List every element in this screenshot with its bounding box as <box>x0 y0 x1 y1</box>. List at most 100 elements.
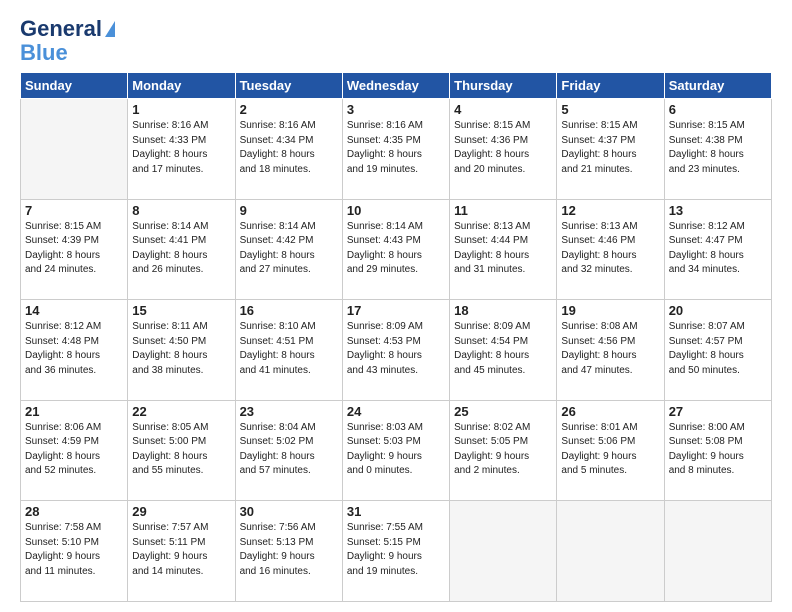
day-cell <box>664 501 771 602</box>
week-row-3: 14Sunrise: 8:12 AM Sunset: 4:48 PM Dayli… <box>21 300 772 401</box>
calendar-table: SundayMondayTuesdayWednesdayThursdayFrid… <box>20 72 772 602</box>
day-info: Sunrise: 8:08 AM Sunset: 4:56 PM Dayligh… <box>561 320 659 378</box>
day-cell: 27 Sunrise: 8:00 AM Sunset: 5:08 PM Dayli… <box>664 400 771 501</box>
day-info: Sunrise: 8:05 AM Sunset: 5:00 PM Dayligh… <box>132 421 230 479</box>
weekday-saturday: Saturday <box>664 73 771 99</box>
day-number: 11 <box>454 203 552 218</box>
day-info: Sunrise: 8:16 AM Sunset: 4:35 PM Dayligh… <box>347 119 445 177</box>
day-info: Sunrise: 7:58 AM Sunset: 5:10 PM Dayligh… <box>25 521 123 579</box>
day-info: Sunrise: 8:06 AM Sunset: 4:59 PM Dayligh… <box>25 421 123 479</box>
day-number: 2 <box>240 102 338 117</box>
day-number: 5 <box>561 102 659 117</box>
day-info: Sunrise: 8:01 AM Sunset: 5:06 PM Dayligh… <box>561 421 659 479</box>
day-number: 13 <box>669 203 767 218</box>
day-cell: 16 Sunrise: 8:10 AM Sunset: 4:51 PM Dayli… <box>235 300 342 401</box>
logo-icon <box>105 21 115 37</box>
day-number: 9 <box>240 203 338 218</box>
weekday-thursday: Thursday <box>450 73 557 99</box>
day-cell: 28Sunrise: 7:58 AM Sunset: 5:10 PM Dayli… <box>21 501 128 602</box>
day-info: Sunrise: 8:09 AM Sunset: 4:53 PM Dayligh… <box>347 320 445 378</box>
day-info: Sunrise: 8:04 AM Sunset: 5:02 PM Dayligh… <box>240 421 338 479</box>
logo-blue: Blue <box>20 42 68 64</box>
day-cell <box>450 501 557 602</box>
day-cell: 19 Sunrise: 8:08 AM Sunset: 4:56 PM Dayli… <box>557 300 664 401</box>
week-row-5: 28Sunrise: 7:58 AM Sunset: 5:10 PM Dayli… <box>21 501 772 602</box>
weekday-sunday: Sunday <box>21 73 128 99</box>
day-number: 23 <box>240 404 338 419</box>
day-info: Sunrise: 8:10 AM Sunset: 4:51 PM Dayligh… <box>240 320 338 378</box>
day-number: 19 <box>561 303 659 318</box>
logo: General Blue <box>20 16 115 64</box>
header: General Blue <box>20 16 772 64</box>
day-cell: 7 Sunrise: 8:15 AM Sunset: 4:39 PM Daylig… <box>21 199 128 300</box>
day-cell: 3 Sunrise: 8:16 AM Sunset: 4:35 PM Daylig… <box>342 99 449 200</box>
day-cell: 6 Sunrise: 8:15 AM Sunset: 4:38 PM Daylig… <box>664 99 771 200</box>
day-number: 17 <box>347 303 445 318</box>
day-number: 10 <box>347 203 445 218</box>
day-number: 20 <box>669 303 767 318</box>
day-number: 14 <box>25 303 123 318</box>
day-number: 21 <box>25 404 123 419</box>
weekday-tuesday: Tuesday <box>235 73 342 99</box>
day-info: Sunrise: 8:16 AM Sunset: 4:33 PM Dayligh… <box>132 119 230 177</box>
day-info: Sunrise: 8:14 AM Sunset: 4:43 PM Dayligh… <box>347 220 445 278</box>
day-number: 25 <box>454 404 552 419</box>
day-cell: 24 Sunrise: 8:03 AM Sunset: 5:03 PM Dayli… <box>342 400 449 501</box>
day-number: 4 <box>454 102 552 117</box>
day-cell: 26Sunrise: 8:01 AM Sunset: 5:06 PM Dayli… <box>557 400 664 501</box>
logo-general: General <box>20 16 102 42</box>
day-cell: 18Sunrise: 8:09 AM Sunset: 4:54 PM Dayli… <box>450 300 557 401</box>
day-number: 1 <box>132 102 230 117</box>
day-cell <box>21 99 128 200</box>
day-info: Sunrise: 7:57 AM Sunset: 5:11 PM Dayligh… <box>132 521 230 579</box>
day-cell: 30Sunrise: 7:56 AM Sunset: 5:13 PM Dayli… <box>235 501 342 602</box>
day-info: Sunrise: 8:15 AM Sunset: 4:39 PM Dayligh… <box>25 220 123 278</box>
day-cell: 21 Sunrise: 8:06 AM Sunset: 4:59 PM Dayli… <box>21 400 128 501</box>
weekday-header-row: SundayMondayTuesdayWednesdayThursdayFrid… <box>21 73 772 99</box>
day-number: 16 <box>240 303 338 318</box>
day-cell: 9 Sunrise: 8:14 AM Sunset: 4:42 PM Daylig… <box>235 199 342 300</box>
day-info: Sunrise: 8:00 AM Sunset: 5:08 PM Dayligh… <box>669 421 767 479</box>
day-info: Sunrise: 8:15 AM Sunset: 4:38 PM Dayligh… <box>669 119 767 177</box>
day-cell: 12 Sunrise: 8:13 AM Sunset: 4:46 PM Dayli… <box>557 199 664 300</box>
day-cell: 15 Sunrise: 8:11 AM Sunset: 4:50 PM Dayli… <box>128 300 235 401</box>
weekday-monday: Monday <box>128 73 235 99</box>
day-number: 22 <box>132 404 230 419</box>
week-row-4: 21 Sunrise: 8:06 AM Sunset: 4:59 PM Dayli… <box>21 400 772 501</box>
day-number: 15 <box>132 303 230 318</box>
day-number: 12 <box>561 203 659 218</box>
day-info: Sunrise: 7:55 AM Sunset: 5:15 PM Dayligh… <box>347 521 445 579</box>
day-number: 3 <box>347 102 445 117</box>
day-info: Sunrise: 8:14 AM Sunset: 4:42 PM Dayligh… <box>240 220 338 278</box>
day-cell: 8Sunrise: 8:14 AM Sunset: 4:41 PM Daylig… <box>128 199 235 300</box>
day-number: 7 <box>25 203 123 218</box>
calendar-page: General Blue SundayMondayTuesdayWednesda… <box>0 0 792 612</box>
day-info: Sunrise: 8:07 AM Sunset: 4:57 PM Dayligh… <box>669 320 767 378</box>
day-cell: 2 Sunrise: 8:16 AM Sunset: 4:34 PM Daylig… <box>235 99 342 200</box>
day-cell: 17 Sunrise: 8:09 AM Sunset: 4:53 PM Dayli… <box>342 300 449 401</box>
day-number: 27 <box>669 404 767 419</box>
day-info: Sunrise: 8:13 AM Sunset: 4:46 PM Dayligh… <box>561 220 659 278</box>
day-cell: 29Sunrise: 7:57 AM Sunset: 5:11 PM Dayli… <box>128 501 235 602</box>
day-info: Sunrise: 8:15 AM Sunset: 4:36 PM Dayligh… <box>454 119 552 177</box>
day-cell: 14Sunrise: 8:12 AM Sunset: 4:48 PM Dayli… <box>21 300 128 401</box>
day-cell: 10 Sunrise: 8:14 AM Sunset: 4:43 PM Dayli… <box>342 199 449 300</box>
day-info: Sunrise: 8:12 AM Sunset: 4:47 PM Dayligh… <box>669 220 767 278</box>
day-info: Sunrise: 8:13 AM Sunset: 4:44 PM Dayligh… <box>454 220 552 278</box>
day-info: Sunrise: 8:11 AM Sunset: 4:50 PM Dayligh… <box>132 320 230 378</box>
day-cell <box>557 501 664 602</box>
day-number: 24 <box>347 404 445 419</box>
day-cell: 1 Sunrise: 8:16 AM Sunset: 4:33 PM Daylig… <box>128 99 235 200</box>
day-cell: 22 Sunrise: 8:05 AM Sunset: 5:00 PM Dayli… <box>128 400 235 501</box>
week-row-2: 7 Sunrise: 8:15 AM Sunset: 4:39 PM Daylig… <box>21 199 772 300</box>
calendar-body: 1 Sunrise: 8:16 AM Sunset: 4:33 PM Daylig… <box>21 99 772 602</box>
day-info: Sunrise: 8:15 AM Sunset: 4:37 PM Dayligh… <box>561 119 659 177</box>
week-row-1: 1 Sunrise: 8:16 AM Sunset: 4:33 PM Daylig… <box>21 99 772 200</box>
day-info: Sunrise: 8:16 AM Sunset: 4:34 PM Dayligh… <box>240 119 338 177</box>
day-info: Sunrise: 8:03 AM Sunset: 5:03 PM Dayligh… <box>347 421 445 479</box>
day-cell: 13 Sunrise: 8:12 AM Sunset: 4:47 PM Dayli… <box>664 199 771 300</box>
day-number: 6 <box>669 102 767 117</box>
day-info: Sunrise: 8:14 AM Sunset: 4:41 PM Dayligh… <box>132 220 230 278</box>
day-cell: 4 Sunrise: 8:15 AM Sunset: 4:36 PM Daylig… <box>450 99 557 200</box>
day-number: 18 <box>454 303 552 318</box>
